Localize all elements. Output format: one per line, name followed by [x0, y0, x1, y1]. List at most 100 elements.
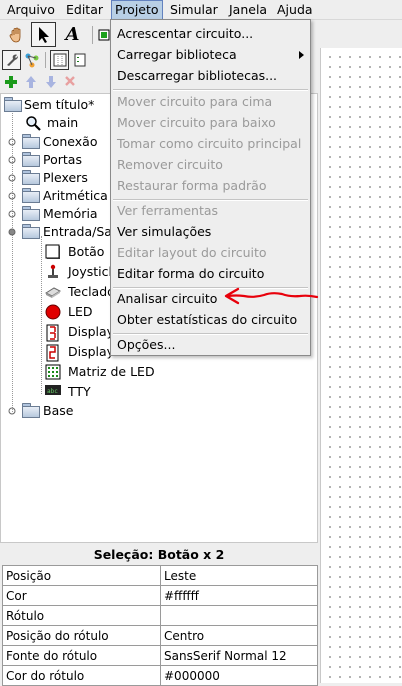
- tree-label: Memória: [43, 206, 98, 221]
- attribute-name: Cor: [2, 585, 161, 606]
- edit-layout-button[interactable]: [50, 50, 69, 70]
- edit-appearance-button[interactable]: [70, 50, 89, 70]
- menu-item-descarregar-bibliotecas[interactable]: Descarregar bibliotecas...: [111, 65, 310, 86]
- poke-tool-button[interactable]: [4, 22, 29, 47]
- folder-icon: [22, 403, 40, 418]
- folder-icon: [22, 134, 40, 149]
- seven-segment-icon: [45, 324, 61, 342]
- attribute-value[interactable]: SansSerif Normal 12: [160, 645, 318, 666]
- selection-title: Seleção: Botão x 2: [93, 547, 225, 562]
- folder-icon: [22, 206, 40, 221]
- appearance-icon: [74, 53, 86, 67]
- circuit-canvas[interactable]: [320, 48, 402, 683]
- tree-label: Botão: [68, 244, 105, 259]
- menu-arquivo[interactable]: Arquivo: [4, 0, 58, 20]
- tree-label: Sem título*: [24, 97, 95, 112]
- tree-label: Joystick: [68, 264, 116, 279]
- menu-item-ver-ferramentas: Ver ferramentas: [117, 203, 219, 218]
- menu-janela[interactable]: Janela: [226, 0, 270, 20]
- folder-icon: [22, 152, 40, 167]
- tree-label: Portas: [43, 152, 82, 167]
- menu-item-mover-para-baixo: Mover circuito para baixo: [117, 115, 276, 130]
- attribute-row[interactable]: Cor #ffffff: [2, 585, 318, 606]
- joystick-icon: [45, 264, 61, 280]
- led-matrix-icon: [45, 364, 61, 380]
- show-toolbox-button[interactable]: [2, 50, 21, 70]
- delete-circuit-icon[interactable]: [64, 75, 76, 87]
- menu-item-carregar-biblioteca[interactable]: Carregar biblioteca: [111, 44, 310, 65]
- tree-label: Matriz de LED: [68, 364, 155, 379]
- attribute-name: Posição: [2, 565, 161, 586]
- select-tool-button[interactable]: [31, 22, 56, 47]
- led-icon: [45, 304, 61, 320]
- menu-item-acrescentar-circuito[interactable]: Acrescentar circuito...: [111, 23, 310, 44]
- arrow-pointer-icon: [37, 26, 51, 44]
- attribute-row[interactable]: Posição do rótulo Centro: [2, 625, 318, 646]
- hand-icon: [8, 26, 26, 44]
- submenu-arrow-icon: [299, 51, 304, 59]
- attribute-row[interactable]: Posição Leste: [2, 565, 318, 586]
- attribute-name: Posição do rótulo: [2, 625, 161, 646]
- menu-item-opcoes[interactable]: Opções...: [111, 334, 310, 355]
- attribute-value[interactable]: [160, 605, 318, 626]
- menu-item-tomar-principal: Tomar como circuito principal: [117, 136, 302, 151]
- attribute-value[interactable]: Centro: [160, 625, 318, 646]
- attribute-name: Fonte do rótulo: [2, 645, 161, 666]
- show-simulation-button[interactable]: [22, 50, 41, 70]
- expand-icon[interactable]: [8, 210, 16, 218]
- tree-label: TTY: [68, 384, 91, 399]
- menu-simular[interactable]: Simular: [167, 0, 221, 20]
- button-component-icon: [45, 244, 61, 260]
- menu-item-mover-para-cima: Mover circuito para cima: [117, 94, 273, 109]
- tree-label: main: [47, 115, 79, 130]
- canvas-toolbar-area: [312, 22, 402, 48]
- collapse-icon[interactable]: [8, 228, 16, 236]
- attribute-value[interactable]: #ffffff: [160, 585, 318, 606]
- menu-item-label: Carregar biblioteca: [117, 47, 237, 62]
- menu-ajuda[interactable]: Ajuda: [274, 0, 316, 20]
- text-a-icon: A: [65, 24, 80, 45]
- expand-icon[interactable]: [8, 407, 16, 415]
- annotation-arrow: [224, 287, 319, 305]
- menu-bar: Arquivo Editar Projeto Simular Janela Aj…: [0, 0, 402, 20]
- text-tool-button[interactable]: A: [60, 22, 85, 47]
- move-up-icon[interactable]: [25, 75, 37, 89]
- tree-guide-line: [41, 236, 42, 394]
- circuit-toolbar: [0, 73, 115, 93]
- expand-icon[interactable]: [8, 192, 16, 200]
- magnifier-icon: [25, 115, 41, 131]
- svg-text:abc: abc: [47, 388, 58, 395]
- input-pin-tool-button[interactable]: [97, 22, 111, 47]
- tool-toolbar: A: [0, 22, 115, 48]
- attribute-row[interactable]: Rótulo: [2, 605, 318, 626]
- toolbar-separator: [45, 52, 46, 68]
- menu-item-editar-forma[interactable]: Editar forma do circuito: [111, 263, 310, 284]
- tree-label: Display: [68, 344, 115, 359]
- add-circuit-icon[interactable]: [4, 75, 18, 89]
- tree-label: LED: [68, 304, 93, 319]
- menu-item-editar-layout: Editar layout do circuito: [117, 245, 267, 260]
- attribute-table: Posição Leste Cor #ffffff Rótulo Posição do r…: [2, 565, 318, 686]
- explorer-toolbar: [0, 50, 115, 72]
- tree-label: Display: [68, 324, 115, 339]
- tree-label: Base: [43, 403, 74, 418]
- tree-label: Aritmética: [43, 188, 108, 203]
- move-down-icon[interactable]: [45, 75, 57, 89]
- menu-item-ver-simulacoes[interactable]: Ver simulações: [111, 221, 310, 242]
- simulation-tree-icon: [24, 52, 40, 68]
- expand-icon[interactable]: [8, 174, 16, 182]
- attribute-value[interactable]: Leste: [160, 565, 318, 586]
- menu-item-obter-estatisticas[interactable]: Obter estatísticas do circuito: [111, 309, 310, 330]
- folder-icon: [4, 97, 22, 112]
- folder-icon: [22, 170, 40, 185]
- menu-editar[interactable]: Editar: [63, 0, 106, 20]
- tree-label: Plexers: [43, 170, 88, 185]
- hex-display-icon: [45, 344, 61, 362]
- expand-icon[interactable]: [8, 156, 16, 164]
- folder-icon: [22, 188, 40, 203]
- toolbar-separator: [92, 26, 93, 44]
- menu-projeto[interactable]: Projeto: [111, 0, 163, 20]
- wrench-icon: [5, 53, 19, 67]
- expand-icon[interactable]: [8, 138, 16, 146]
- attribute-row[interactable]: Fonte do rótulo SansSerif Normal 12: [2, 645, 318, 666]
